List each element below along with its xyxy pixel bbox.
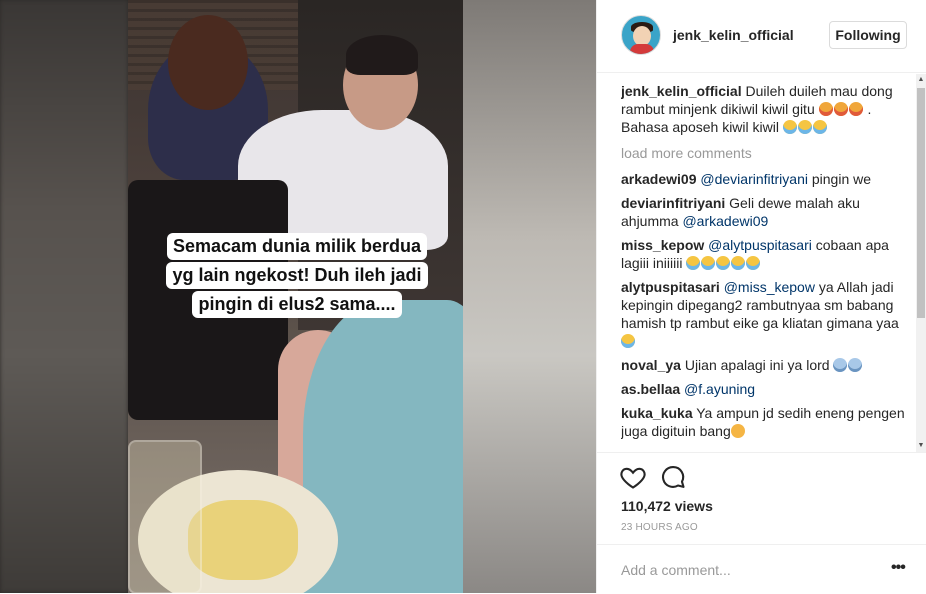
scroll-thumb[interactable] [917, 88, 925, 318]
add-comment-bar[interactable]: Add a comment... ••• [597, 544, 926, 594]
comment-mention[interactable]: @alytpuspitasari [708, 237, 812, 253]
video-caption-line: Semacam dunia milik berdua [166, 233, 428, 260]
comment-text: Ujian apalagi ini ya lord [684, 357, 830, 373]
post-header: jenk_kelin_official Following [597, 0, 926, 73]
emoji-icon [848, 102, 863, 116]
comment-username[interactable]: as.bellaa [621, 381, 680, 397]
following-button[interactable]: Following [829, 21, 907, 49]
comment-item: as.bellaa @f.ayuning [621, 380, 911, 398]
comment-username[interactable]: miss_kepow [621, 237, 704, 253]
comment-item: deviarinfitriyani Geli dewe malah aku ah… [621, 194, 911, 230]
comment-item: miss_kepow @alytpuspitasari cobaan apa l… [621, 236, 911, 272]
emoji-icon [621, 334, 635, 348]
comment-item: noval_ya Ujian apalagi ini ya lord [621, 356, 911, 374]
comment-item: alytpuspitasari @miss_kepow ya Allah jad… [621, 278, 911, 350]
fruit [188, 500, 298, 580]
post-username[interactable]: jenk_kelin_official [673, 27, 794, 43]
emoji-icon [812, 120, 827, 134]
comment-username[interactable]: alytpuspitasari [621, 279, 720, 295]
emoji-icon [731, 256, 746, 270]
comment-item: kuka_kuka Ya ampun jd sedih eneng pengen… [621, 404, 911, 440]
comment-username[interactable]: deviarinfitriyani [621, 195, 725, 211]
comment-username[interactable]: arkadewi09 [621, 171, 697, 187]
comment-text: pingin we [807, 171, 872, 187]
emoji-icon [833, 102, 848, 116]
heart-icon[interactable] [619, 463, 647, 491]
emoji-icon [797, 120, 812, 134]
video-blur-left [0, 0, 128, 593]
video-caption-overlay: Semacam dunia milik berdua yg lain ngeko… [163, 233, 431, 318]
comment-bubble-icon[interactable] [659, 463, 687, 491]
comment-item: arkadewi09 @deviarinfitriyani pingin we [621, 170, 911, 188]
comment-mention[interactable]: @miss_kepow [724, 279, 815, 295]
comments-scrollbar[interactable]: ▲ ▼ [916, 74, 926, 452]
scroll-up-arrow-icon[interactable]: ▲ [916, 74, 926, 86]
emoji-icon [818, 102, 833, 116]
more-options-icon[interactable]: ••• [891, 559, 906, 577]
caption-comment: jenk_kelin_official Duileh duileh mau do… [621, 82, 911, 136]
video-caption-line: pingin di elus2 sama.... [192, 291, 402, 318]
emoji-icon [716, 256, 731, 270]
comments-list: jenk_kelin_official Duileh duileh mau do… [621, 82, 911, 452]
post-side-panel: jenk_kelin_official Following jenk_kelin… [596, 0, 926, 593]
man-hair [346, 35, 418, 75]
emoji-icon [701, 256, 716, 270]
woman-hair [168, 15, 248, 110]
scroll-down-arrow-icon[interactable]: ▼ [916, 440, 926, 452]
post-media[interactable]: Semacam dunia milik berdua yg lain ngeko… [0, 0, 596, 593]
comment-mention[interactable]: @arkadewi09 [682, 213, 768, 229]
comment-username[interactable]: jenk_kelin_official [621, 83, 742, 99]
comment-username[interactable]: kuka_kuka [621, 405, 693, 421]
comment-mention[interactable]: @deviarinfitriyani [700, 171, 808, 187]
emoji-icon [730, 424, 745, 438]
comment-mention[interactable]: @f.ayuning [684, 381, 755, 397]
emoji-icon [833, 358, 848, 372]
emoji-icon [686, 256, 701, 270]
glass [128, 440, 202, 593]
video-blur-right [463, 0, 596, 593]
add-comment-input[interactable]: Add a comment... [621, 562, 731, 578]
emoji-icon [746, 256, 761, 270]
post-timestamp[interactable]: 23 HOURS AGO [621, 522, 698, 533]
view-count: 110,472 views [621, 498, 713, 514]
post-actions: 110,472 views 23 HOURS AGO [597, 452, 926, 553]
emoji-icon [848, 358, 863, 372]
load-more-comments-link[interactable]: load more comments [621, 144, 911, 162]
emoji-icon [782, 120, 797, 134]
avatar[interactable] [621, 15, 661, 55]
video-caption-line: yg lain ngekost! Duh ileh jadi [166, 262, 428, 289]
comment-username[interactable]: noval_ya [621, 357, 681, 373]
